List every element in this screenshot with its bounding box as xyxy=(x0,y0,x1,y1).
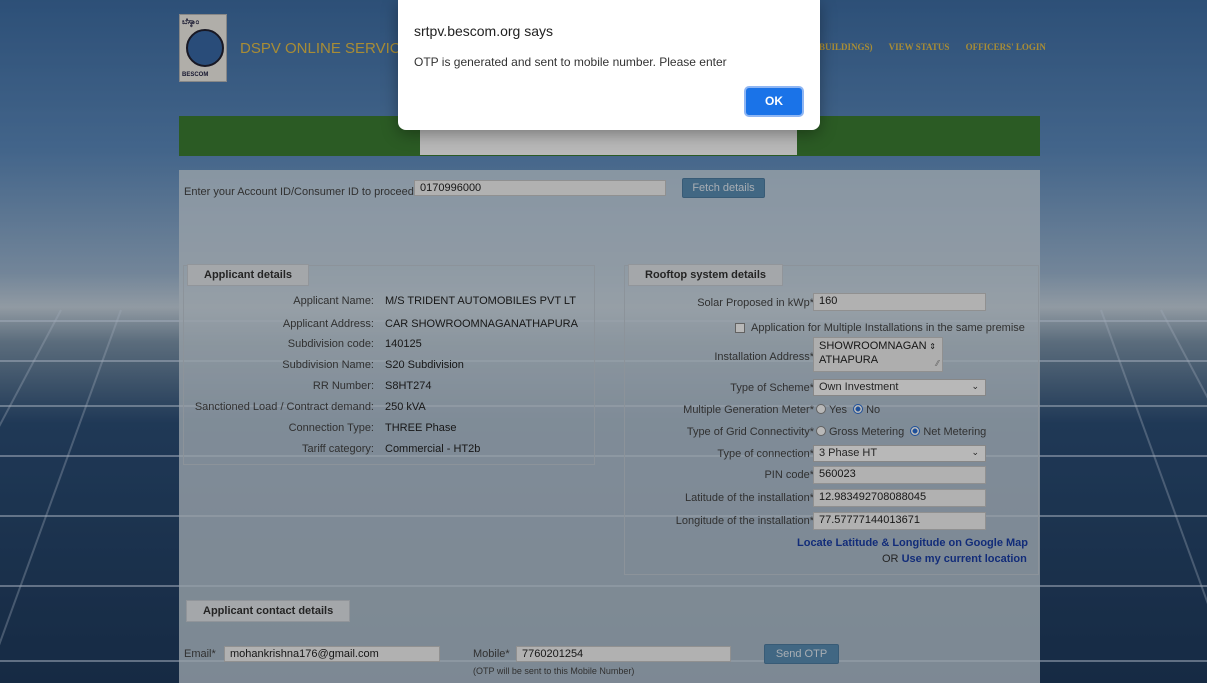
dialog-message: OTP is generated and sent to mobile numb… xyxy=(414,55,727,69)
dialog-ok-button[interactable]: OK xyxy=(744,86,804,117)
dialog-title: srtpv.bescom.org says xyxy=(414,23,554,39)
alert-dialog: srtpv.bescom.org says OTP is generated a… xyxy=(398,0,820,130)
